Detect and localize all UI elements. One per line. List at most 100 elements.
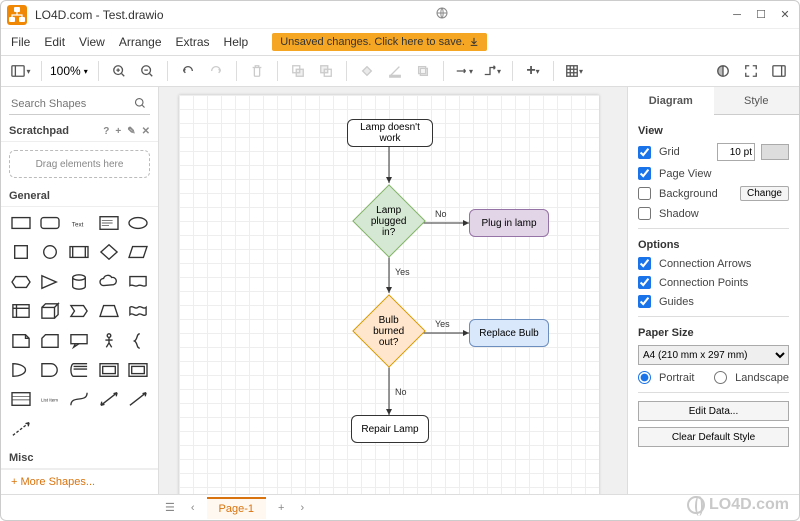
menu-arrange[interactable]: Arrange (119, 35, 162, 49)
shape-cube[interactable] (36, 299, 63, 323)
shape-document[interactable] (125, 270, 152, 294)
portrait-radio[interactable] (638, 371, 651, 384)
shape-list2[interactable]: List Item (36, 387, 63, 411)
flow-node-start[interactable]: Lamp doesn't work (347, 119, 433, 147)
fill-color-icon[interactable] (355, 59, 379, 83)
shape-note[interactable] (7, 329, 34, 353)
search-icon[interactable] (134, 97, 146, 112)
change-background-button[interactable]: Change (740, 186, 789, 201)
shape-cylinder[interactable] (66, 270, 93, 294)
theme-icon[interactable] (711, 59, 735, 83)
format-panel-icon[interactable] (767, 59, 791, 83)
redo-icon[interactable] (204, 59, 228, 83)
shape-parallelogram[interactable] (125, 240, 152, 264)
to-back-icon[interactable] (314, 59, 338, 83)
shape-trapezoid[interactable] (95, 299, 122, 323)
clear-style-button[interactable]: Clear Default Style (638, 427, 789, 447)
landscape-radio[interactable] (714, 371, 727, 384)
pages-menu-icon[interactable]: ☰ (161, 499, 179, 516)
grid-checkbox[interactable] (638, 146, 651, 159)
shape-dashed[interactable] (7, 417, 34, 441)
shape-list[interactable] (7, 387, 34, 411)
shape-or[interactable] (7, 358, 34, 382)
line-color-icon[interactable] (383, 59, 407, 83)
search-shapes-input[interactable] (9, 93, 150, 115)
shape-hexagon[interactable] (7, 270, 34, 294)
shape-triangle[interactable] (36, 270, 63, 294)
shape-double-rect[interactable] (95, 358, 122, 382)
general-shapes-header[interactable]: General (1, 186, 158, 207)
tab-diagram[interactable]: Diagram (628, 87, 714, 115)
conn-arrows-checkbox[interactable] (638, 257, 651, 270)
undo-icon[interactable] (176, 59, 200, 83)
minimize-button[interactable]: ─ (729, 7, 745, 23)
shape-bidir-arrow[interactable] (95, 387, 122, 411)
next-page-button[interactable]: › (296, 500, 308, 516)
shadow-icon[interactable] (411, 59, 435, 83)
zoom-in-icon[interactable] (107, 59, 131, 83)
tab-style[interactable]: Style (714, 87, 800, 115)
grid-size-input[interactable] (717, 143, 755, 161)
to-front-icon[interactable] (286, 59, 310, 83)
menu-view[interactable]: View (79, 35, 105, 49)
menu-help[interactable]: Help (224, 35, 249, 49)
conn-points-checkbox[interactable] (638, 276, 651, 289)
shape-callout[interactable] (66, 329, 93, 353)
zoom-level[interactable]: 100%▾ (50, 64, 90, 78)
flow-node-replace[interactable]: Replace Bulb (469, 319, 549, 347)
shape-text[interactable]: Text (66, 211, 93, 235)
scratchpad-drop-zone[interactable]: Drag elements here (9, 150, 150, 178)
shape-internal-storage[interactable] (7, 299, 34, 323)
close-button[interactable]: ✕ (777, 7, 793, 23)
scratchpad-header[interactable]: Scratchpad ? + ✎ ✕ (1, 121, 158, 142)
menu-edit[interactable]: Edit (44, 35, 65, 49)
edit-data-button[interactable]: Edit Data... (638, 401, 789, 421)
menu-file[interactable]: File (11, 35, 30, 49)
connection-icon[interactable]: ▾ (452, 59, 476, 83)
shape-curly[interactable] (125, 329, 152, 353)
maximize-button[interactable]: ☐ (753, 7, 769, 23)
shape-textbox[interactable] (95, 211, 122, 235)
shape-rect[interactable] (7, 211, 34, 235)
scratchpad-close-icon[interactable]: ✕ (142, 126, 150, 137)
shape-diamond[interactable] (95, 240, 122, 264)
shape-rounded-rect[interactable] (36, 211, 63, 235)
paper-size-select[interactable]: A4 (210 mm x 297 mm) (638, 345, 789, 365)
shape-datastore[interactable] (66, 358, 93, 382)
shape-tape[interactable] (125, 299, 152, 323)
shape-step[interactable] (66, 299, 93, 323)
menu-extras[interactable]: Extras (176, 35, 210, 49)
pageview-checkbox[interactable] (638, 167, 651, 180)
background-checkbox[interactable] (638, 187, 651, 200)
guides-checkbox[interactable] (638, 295, 651, 308)
waypoint-icon[interactable]: ▾ (480, 59, 504, 83)
table-icon[interactable]: ▾ (562, 59, 586, 83)
shadow-checkbox[interactable] (638, 207, 651, 220)
zoom-out-icon[interactable] (135, 59, 159, 83)
prev-page-button[interactable]: ‹ (187, 500, 199, 516)
language-icon[interactable] (436, 7, 448, 22)
shape-and[interactable] (36, 358, 63, 382)
sidebar-toggle-icon[interactable]: ▾ (9, 59, 33, 83)
shape-arrow[interactable] (125, 387, 152, 411)
flow-node-repair[interactable]: Repair Lamp (351, 415, 429, 443)
shape-cloud[interactable] (95, 270, 122, 294)
unsaved-changes-banner[interactable]: Unsaved changes. Click here to save. (272, 33, 487, 51)
shape-ellipse[interactable] (125, 211, 152, 235)
misc-shapes-header[interactable]: Misc (1, 448, 158, 469)
scratchpad-help-icon[interactable]: ? (103, 126, 109, 137)
shape-actor[interactable] (95, 329, 122, 353)
canvas[interactable]: Lamp doesn't work Lamp plugged in? Plug … (159, 87, 627, 494)
shape-curve[interactable] (66, 387, 93, 411)
insert-icon[interactable]: +▾ (521, 59, 545, 83)
scratchpad-add-icon[interactable]: + (115, 126, 121, 137)
shape-square[interactable] (7, 240, 34, 264)
add-page-button[interactable]: + (274, 500, 288, 516)
shape-circle[interactable] (36, 240, 63, 264)
shape-process[interactable] (66, 240, 93, 264)
page-tab-1[interactable]: Page-1 (207, 497, 266, 519)
flow-node-plugin[interactable]: Plug in lamp (469, 209, 549, 237)
more-shapes-button[interactable]: + More Shapes... (1, 469, 158, 494)
shape-double-ellipse[interactable] (125, 358, 152, 382)
fullscreen-icon[interactable] (739, 59, 763, 83)
